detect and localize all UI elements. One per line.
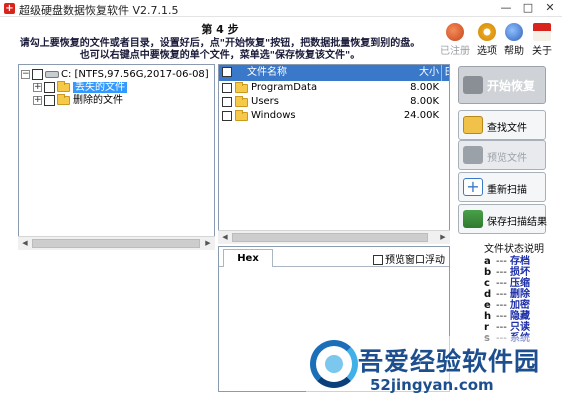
row-checkbox[interactable]	[222, 97, 232, 107]
float-preview-checkbox[interactable]	[373, 255, 383, 265]
table-row[interactable]: Windows 24.00K	[219, 109, 449, 123]
find-file-icon	[463, 116, 483, 134]
find-file-button[interactable]: 查找文件	[458, 110, 546, 140]
about-label: 关于	[532, 46, 552, 57]
about-button[interactable]: 关于	[527, 23, 557, 57]
column-name[interactable]: 文件名称	[247, 65, 287, 81]
start-recovery-label: 开始恢复	[487, 79, 536, 93]
hex-tab-bar: Hex 预览窗口浮动	[219, 247, 449, 267]
legend-row: d --- 删除	[484, 289, 531, 300]
watermark-logo-icon	[310, 340, 358, 388]
tree-root-label: C: [NTFS,97.56G,2017-06-08]	[61, 69, 209, 80]
options-label: 选项	[477, 46, 497, 57]
collapse-icon[interactable]: −	[21, 69, 30, 79]
scroll-left-arrow-icon[interactable]: ◀	[19, 238, 31, 249]
save-scan-label: 保存扫描结果	[487, 217, 547, 228]
options-button[interactable]: 选项	[472, 23, 502, 57]
tree-item-lost-files[interactable]: + 丢失的文件	[33, 80, 127, 94]
preview-file-label: 预览文件	[487, 153, 527, 164]
legend-title: 文件状态说明	[484, 244, 544, 255]
close-button[interactable]: ✕	[540, 1, 560, 15]
scroll-thumb[interactable]	[232, 233, 428, 242]
deleted-files-checkbox[interactable]	[44, 94, 55, 106]
legend-row: h --- 隐藏	[484, 311, 531, 322]
float-preview-toggle[interactable]: 预览窗口浮动	[373, 251, 445, 266]
row-checkbox[interactable]	[222, 83, 232, 93]
preview-file-button[interactable]: 预览文件	[458, 140, 546, 170]
preview-icon	[463, 146, 483, 164]
row-checkbox[interactable]	[222, 111, 232, 121]
root-checkbox[interactable]	[32, 68, 43, 80]
scroll-left-arrow-icon[interactable]: ◀	[219, 232, 231, 243]
watermark: 吾爱经验软件园 52jingyan.com	[306, 336, 562, 400]
legend-row: r --- 只读	[484, 322, 531, 333]
rescan-icon: +	[463, 178, 483, 196]
scroll-right-arrow-icon[interactable]: ▶	[202, 238, 214, 249]
watermark-site-url: 52jingyan.com	[370, 376, 494, 394]
file-list[interactable]: 文件名称 大小 日 ProgramData 8.00K Users 8.00K …	[218, 64, 450, 244]
file-size: 24.00K	[403, 110, 439, 121]
folder-icon	[57, 80, 70, 92]
tree-item-label: 丢失的文件	[73, 82, 127, 93]
status-legend: 文件状态说明 a --- 存档 b --- 损坏 c --- 压缩 d --- 删除 e…	[466, 244, 562, 344]
step-header: 第 4 步 请勾上要恢复的文件或者目录，设置好后，点"开始恢复"按钮，把数据批量…	[0, 18, 562, 61]
step-instruction-2: 也可以右键点中要恢复的单个文件，菜单选"保存恢复该文件"。	[79, 50, 361, 61]
title-bar: + 超级硬盘数据恢复软件 V2.7.1.5 — □ ✕	[0, 0, 562, 17]
tab-hex[interactable]: Hex	[223, 249, 273, 267]
app-icon: +	[4, 3, 15, 14]
column-date[interactable]: 日	[441, 65, 449, 81]
watermark-site-name: 吾爱经验软件园	[358, 347, 541, 376]
folder-icon	[235, 96, 248, 107]
folder-icon	[57, 93, 70, 105]
registered-label: 已注册	[440, 46, 470, 57]
scroll-thumb[interactable]	[32, 239, 200, 248]
save-scan-icon	[463, 210, 483, 228]
expand-icon[interactable]: +	[33, 95, 42, 105]
registered-icon	[446, 23, 464, 41]
save-scan-button[interactable]: 保存扫描结果	[458, 204, 547, 234]
tree-item-deleted-files[interactable]: + 删除的文件	[33, 93, 123, 107]
help-icon	[505, 23, 523, 41]
minimize-button[interactable]: —	[496, 1, 516, 15]
start-recovery-button[interactable]: 开始恢复	[458, 66, 546, 104]
directory-tree[interactable]: − C: [NTFS,97.56G,2017-06-08] + 丢失的文件 + 删除的…	[18, 64, 215, 250]
file-size: 8.00K	[410, 82, 439, 93]
scroll-right-arrow-icon[interactable]: ▶	[437, 232, 449, 243]
rescan-button[interactable]: + 重新扫描	[458, 172, 546, 202]
lost-files-checkbox[interactable]	[44, 81, 55, 93]
file-list-horizontal-scrollbar[interactable]: ◀ ▶	[218, 230, 450, 244]
tree-item-label: 删除的文件	[73, 95, 123, 106]
folder-icon	[235, 82, 248, 93]
home-icon	[533, 23, 551, 41]
help-button[interactable]: 帮助	[499, 23, 529, 57]
registered-button[interactable]: 已注册	[440, 23, 470, 57]
float-preview-label: 预览窗口浮动	[385, 255, 445, 266]
help-label: 帮助	[504, 46, 524, 57]
tree-horizontal-scrollbar[interactable]: ◀ ▶	[18, 236, 215, 250]
legend-row: b --- 损坏	[484, 267, 531, 278]
column-size[interactable]: 大小	[419, 65, 439, 81]
table-row[interactable]: Users 8.00K	[219, 95, 449, 109]
legend-row: a --- 存档	[484, 256, 531, 267]
legend-row: c --- 压缩	[484, 278, 531, 289]
select-all-checkbox[interactable]	[222, 67, 232, 77]
file-name: Windows	[251, 110, 296, 121]
file-list-header: 文件名称 大小 日	[219, 65, 449, 81]
file-size: 8.00K	[410, 96, 439, 107]
start-recovery-icon	[463, 76, 483, 94]
drive-icon	[45, 70, 59, 78]
window-title: 超级硬盘数据恢复软件 V2.7.1.5	[19, 4, 179, 17]
file-name: Users	[251, 96, 280, 107]
gear-icon	[478, 23, 496, 41]
folder-icon	[235, 110, 248, 121]
tree-root[interactable]: − C: [NTFS,97.56G,2017-06-08]	[21, 68, 209, 81]
maximize-button[interactable]: □	[518, 1, 538, 15]
rescan-label: 重新扫描	[487, 185, 527, 196]
legend-row: e --- 加密	[484, 300, 531, 311]
find-file-label: 查找文件	[487, 123, 527, 134]
file-name: ProgramData	[251, 82, 318, 93]
table-row[interactable]: ProgramData 8.00K	[219, 81, 449, 95]
expand-icon[interactable]: +	[33, 82, 42, 92]
